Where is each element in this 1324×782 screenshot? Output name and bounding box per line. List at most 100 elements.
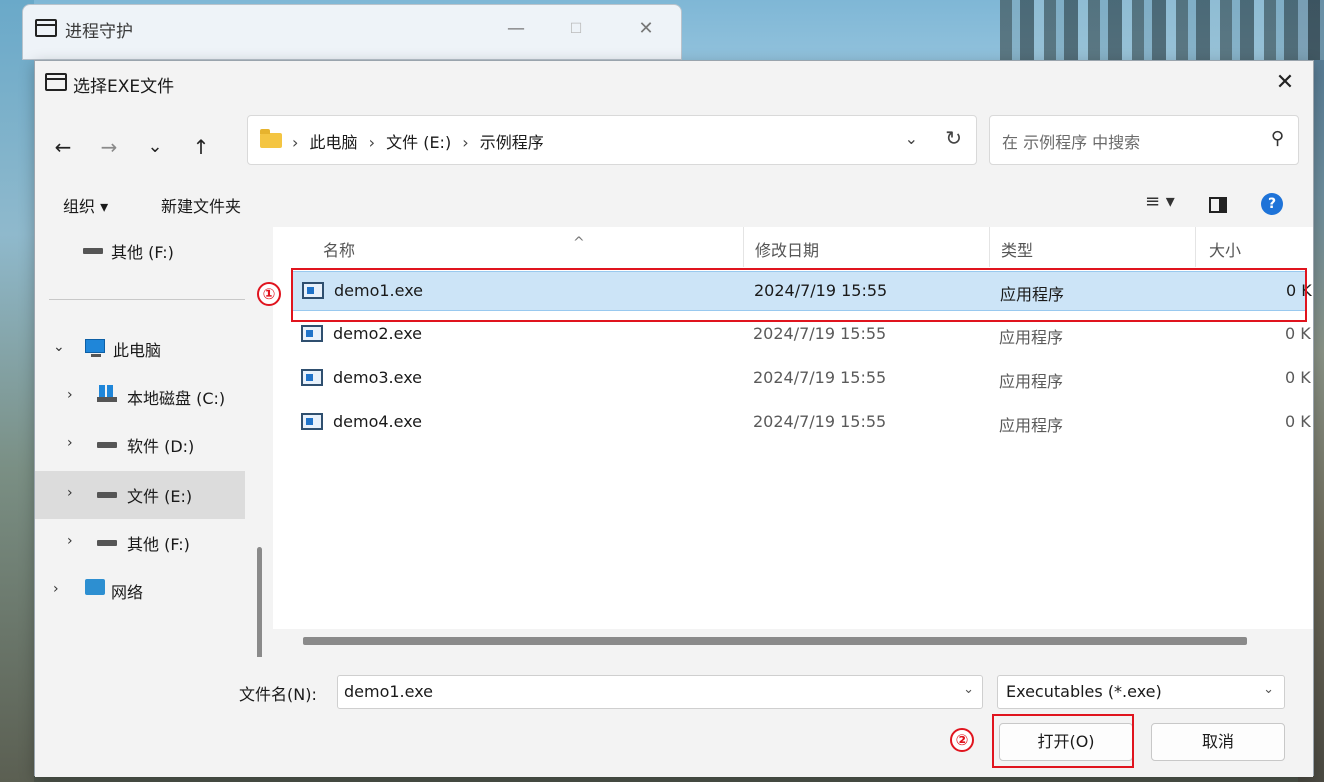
column-divider[interactable] <box>743 227 744 267</box>
annotation-highlight-open <box>992 714 1134 768</box>
column-header-date[interactable]: 修改日期 <box>755 237 819 261</box>
nav-item-local-disk-c[interactable]: › 本地磁盘 (C:) <box>35 373 245 421</box>
executable-icon <box>301 413 323 430</box>
chevron-right-icon[interactable]: › <box>53 581 59 597</box>
column-divider[interactable] <box>1195 227 1196 267</box>
drive-icon <box>83 248 103 254</box>
file-type: 应用程序 <box>999 372 1064 391</box>
breadcrumb-drive-e[interactable]: 文件 (E:) <box>386 133 451 152</box>
windows-drive-icon <box>97 385 117 402</box>
file-name: demo4.exe <box>333 412 423 431</box>
drive-icon <box>97 540 117 546</box>
horizontal-scrollbar-thumb[interactable] <box>303 637 1247 645</box>
desktop-wallpaper-left <box>0 0 34 782</box>
parent-close-button[interactable]: ✕ <box>631 15 661 43</box>
nav-item-label: 网络 <box>111 583 144 602</box>
organize-menu-button[interactable]: 组织 ▾ <box>63 193 108 217</box>
nav-item-this-pc[interactable]: ⌄ 此电脑 <box>35 325 245 373</box>
open-file-dialog: 选择EXE文件 ✕ ← → ⌄ ↑ › 此电脑 › 文件 (E:) › 示例程序… <box>34 60 1314 777</box>
executable-icon <box>301 369 323 386</box>
chevron-down-icon[interactable]: ⌄ <box>963 682 974 697</box>
chevron-right-icon[interactable]: › <box>67 533 73 549</box>
filetype-select[interactable]: Executables (*.exe) ⌄ <box>997 675 1285 709</box>
dialog-titlebar: 选择EXE文件 ✕ <box>35 61 1313 105</box>
new-folder-button[interactable]: 新建文件夹 <box>161 193 241 217</box>
breadcrumb-separator: › <box>462 133 469 152</box>
navigation-bar: ← → ⌄ ↑ › 此电脑 › 文件 (E:) › 示例程序 ⌄ ↻ 在 示例程… <box>35 105 1313 185</box>
column-divider[interactable] <box>989 227 990 267</box>
cancel-button[interactable]: 取消 <box>1151 723 1285 761</box>
drive-icon <box>97 492 117 498</box>
breadcrumb-separator: › <box>292 133 299 152</box>
filename-value: demo1.exe <box>344 682 434 701</box>
annotation-step-2: ② <box>950 728 974 752</box>
nav-item-other-f[interactable]: › 其他 (F:) <box>35 519 245 567</box>
column-header-name[interactable]: 名称 ^ <box>323 235 585 261</box>
file-row[interactable]: demo3.exe 2024/7/19 15:55 应用程序 0 K <box>291 359 1311 399</box>
file-date: 2024/7/19 15:55 <box>753 412 887 431</box>
breadcrumb-sample-programs[interactable]: 示例程序 <box>480 133 544 152</box>
breadcrumb: › 此电脑 › 文件 (E:) › 示例程序 <box>292 129 550 153</box>
column-header-size[interactable]: 大小 <box>1209 237 1241 261</box>
horizontal-scrollbar[interactable] <box>273 629 1313 657</box>
computer-icon <box>85 339 105 357</box>
navigation-pane: 其他 (F:) ⌄ 此电脑 › 本地磁盘 (C:) › 软件 (D:) › 文件… <box>35 227 271 667</box>
back-arrow-icon[interactable]: ← <box>47 131 79 163</box>
recent-locations-chevron-icon[interactable]: ⌄ <box>139 131 171 163</box>
folder-icon <box>260 129 282 148</box>
file-row[interactable]: demo4.exe 2024/7/19 15:55 应用程序 0 K <box>291 403 1311 443</box>
nav-item-label: 软件 (D:) <box>127 437 195 456</box>
file-size: 0 K <box>1285 324 1311 343</box>
nav-divider <box>49 299 245 300</box>
maximize-button[interactable]: ☐ <box>561 15 591 43</box>
nav-item-files-e[interactable]: › 文件 (E:) <box>35 471 245 519</box>
dialog-window-icon <box>45 73 67 91</box>
preview-pane-icon[interactable] <box>1209 197 1227 213</box>
network-icon <box>85 579 105 595</box>
minimize-button[interactable]: — <box>501 15 531 43</box>
forward-arrow-icon[interactable]: → <box>93 131 125 163</box>
chevron-right-icon[interactable]: › <box>67 387 73 403</box>
annotation-step-1: ① <box>257 282 281 306</box>
chevron-down-icon[interactable]: ⌄ <box>1263 682 1274 697</box>
dialog-title: 选择EXE文件 <box>73 77 175 97</box>
nav-item-software-d[interactable]: › 软件 (D:) <box>35 421 245 469</box>
column-header-type[interactable]: 类型 <box>1001 237 1033 261</box>
desktop-wallpaper-art <box>1000 0 1324 60</box>
file-name: demo3.exe <box>333 368 423 387</box>
nav-item-label: 其他 (F:) <box>111 243 174 262</box>
chevron-right-icon[interactable]: › <box>67 435 73 451</box>
nav-item-label: 其他 (F:) <box>127 535 190 554</box>
nav-pane-scrollbar[interactable] <box>257 547 262 667</box>
filename-field[interactable]: demo1.exe ⌄ <box>337 675 983 709</box>
annotation-highlight-file <box>291 268 1307 322</box>
sort-ascending-icon: ^ <box>573 235 585 251</box>
chevron-right-icon[interactable]: › <box>67 485 73 501</box>
file-date: 2024/7/19 15:55 <box>753 324 887 343</box>
dialog-close-button[interactable]: ✕ <box>1271 69 1299 97</box>
parent-window: 进程守护 — ☐ ✕ <box>22 4 682 60</box>
view-options-icon[interactable]: ≡ ▾ <box>1145 191 1175 212</box>
column-header-label: 名称 <box>323 241 356 260</box>
file-name: demo2.exe <box>333 324 423 343</box>
file-date: 2024/7/19 15:55 <box>753 368 887 387</box>
nav-item-network[interactable]: › 网络 <box>35 567 245 615</box>
chevron-down-icon[interactable]: ⌄ <box>53 339 65 355</box>
breadcrumb-separator: › <box>368 133 376 152</box>
refresh-icon[interactable]: ↻ <box>945 126 962 150</box>
nav-item-label: 此电脑 <box>113 341 162 360</box>
search-icon[interactable]: ⚲ <box>1271 128 1284 149</box>
address-bar[interactable]: › 此电脑 › 文件 (E:) › 示例程序 ⌄ ↻ <box>247 115 977 165</box>
nav-item-label: 文件 (E:) <box>127 487 193 506</box>
address-dropdown-icon[interactable]: ⌄ <box>905 129 918 148</box>
file-type: 应用程序 <box>999 328 1064 347</box>
help-icon[interactable]: ? <box>1261 193 1283 215</box>
file-size: 0 K <box>1285 412 1311 431</box>
app-window-icon <box>35 19 57 37</box>
breadcrumb-this-pc[interactable]: 此电脑 <box>310 133 358 152</box>
up-arrow-icon[interactable]: ↑ <box>185 131 217 163</box>
search-input[interactable]: 在 示例程序 中搜索 ⚲ <box>989 115 1299 165</box>
nav-item-label: 本地磁盘 (C:) <box>127 389 226 408</box>
nav-item-other-f-top[interactable]: 其他 (F:) <box>35 227 245 275</box>
search-placeholder: 在 示例程序 中搜索 <box>1002 133 1141 152</box>
